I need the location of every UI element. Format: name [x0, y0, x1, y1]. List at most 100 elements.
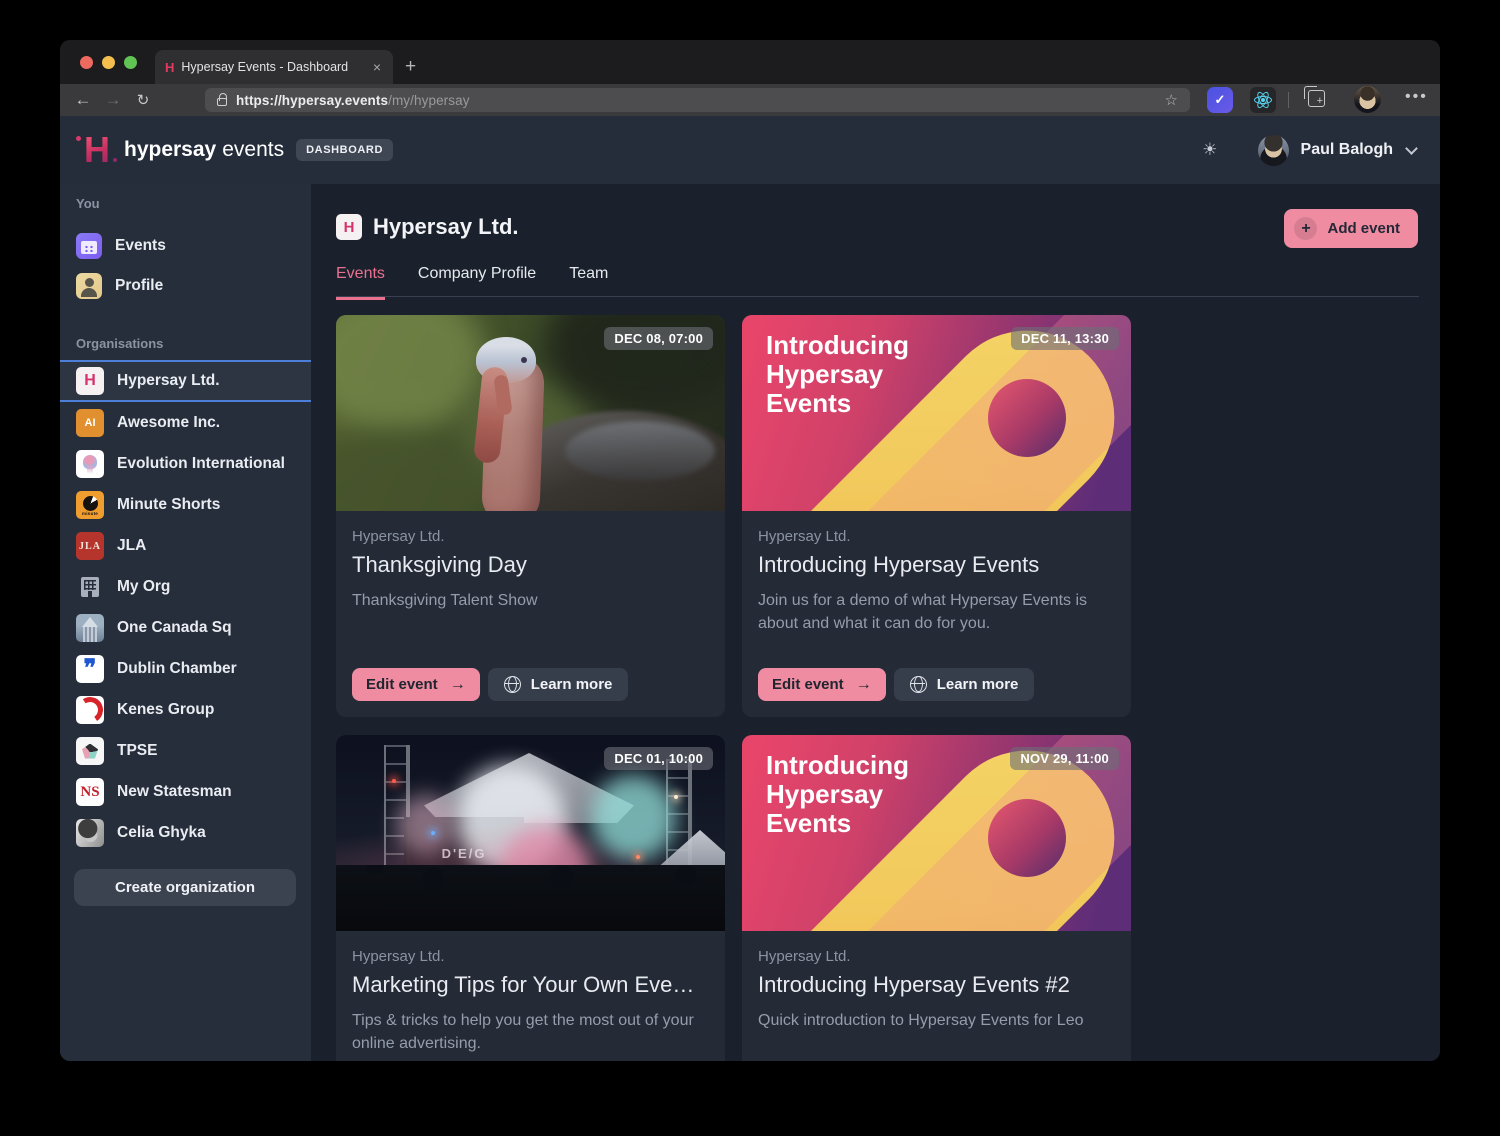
- building-glyph: [81, 577, 99, 597]
- jla-icon: JLA: [76, 532, 104, 560]
- sidebar-org-my-org[interactable]: My Org: [60, 567, 311, 607]
- event-org: Hypersay Ltd.: [352, 948, 709, 965]
- sidebar-org-kenes-group[interactable]: Kenes Group: [60, 690, 311, 730]
- event-card-thanksgiving-day[interactable]: DEC 08, 07:00 Hypersay Ltd. Thanksgiving…: [336, 315, 725, 717]
- event-title: Introducing Hypersay Events #2: [758, 972, 1115, 998]
- org-label: Kenes Group: [117, 701, 214, 719]
- main-content: H Hypersay Ltd. + Add event Events Compa…: [311, 184, 1440, 1061]
- dublin-chamber-icon: [76, 655, 104, 683]
- banner-title: Introducing Hypersay Events: [766, 751, 909, 838]
- event-title: Introducing Hypersay Events: [758, 552, 1115, 578]
- decor: [336, 865, 725, 931]
- add-event-button[interactable]: + Add event: [1284, 209, 1418, 248]
- browser-profile-avatar[interactable]: [1354, 86, 1381, 113]
- banner-line: Events: [766, 809, 909, 838]
- tab-team[interactable]: Team: [569, 265, 608, 300]
- minimize-window-button[interactable]: [102, 56, 115, 69]
- url-host: https://hypersay.events: [236, 93, 388, 108]
- address-bar[interactable]: https://hypersay.events/my/hypersay ☆: [205, 88, 1190, 112]
- edit-event-label: Edit event: [366, 676, 438, 693]
- edit-event-button[interactable]: Edit event →: [758, 668, 886, 701]
- calendar-icon: [76, 233, 102, 259]
- tab-close-icon[interactable]: ×: [371, 59, 383, 75]
- atom-core: [1261, 98, 1265, 102]
- tab-title: Hypersay Events - Dashboard: [181, 60, 362, 74]
- org-label: New Statesman: [117, 783, 232, 801]
- extension-react-devtools-icon[interactable]: [1250, 87, 1276, 113]
- building-icon: [76, 573, 104, 601]
- close-window-button[interactable]: [80, 56, 93, 69]
- sidebar-org-one-canada-sq[interactable]: One Canada Sq: [60, 608, 311, 648]
- you-section-label: You: [60, 196, 311, 212]
- event-card-introducing-hypersay-events[interactable]: Introducing Hypersay Events DEC 11, 13:3…: [742, 315, 1131, 717]
- chevron-down-icon[interactable]: [1405, 142, 1418, 155]
- tag-hole-shape: [988, 379, 1066, 457]
- org-page-header: H Hypersay Ltd.: [336, 214, 519, 240]
- sidebar-org-dublin-chamber[interactable]: Dublin Chamber: [60, 649, 311, 689]
- kenes-group-icon: [76, 696, 104, 724]
- browser-menu-icon[interactable]: •••: [1405, 88, 1428, 106]
- sidebar-org-tpse[interactable]: TPSE: [60, 731, 311, 771]
- reload-icon[interactable]: ↻: [128, 91, 158, 109]
- decor: [674, 795, 678, 799]
- org-label: Minute Shorts: [117, 496, 220, 514]
- sidebar-item-profile[interactable]: Profile: [60, 266, 311, 306]
- sidebar-org-hypersay-ltd[interactable]: H Hypersay Ltd.: [60, 360, 311, 402]
- event-subtitle: Thanksgiving Talent Show: [352, 589, 709, 612]
- sidebar-org-celia-ghyka[interactable]: Celia Ghyka: [60, 813, 311, 853]
- minute-shorts-icon: [76, 491, 104, 519]
- plus-icon: +: [1294, 217, 1317, 240]
- org-label: My Org: [117, 578, 170, 596]
- arrow-right-icon: →: [450, 676, 466, 694]
- sidebar-org-awesome-inc[interactable]: AI Awesome Inc.: [60, 403, 311, 443]
- edit-event-button[interactable]: Edit event →: [352, 668, 480, 701]
- tab-events[interactable]: Events: [336, 265, 385, 300]
- org-label: One Canada Sq: [117, 619, 232, 637]
- learn-more-button[interactable]: Learn more: [894, 668, 1035, 701]
- new-tab-button[interactable]: +: [405, 50, 416, 84]
- banner-line: Introducing: [766, 751, 909, 780]
- theme-toggle-sun-icon[interactable]: ☀: [1202, 140, 1217, 160]
- tab-company-profile[interactable]: Company Profile: [418, 265, 536, 300]
- sidebar-org-jla[interactable]: JLA JLA: [60, 526, 311, 566]
- browser-tab[interactable]: H Hypersay Events - Dashboard ×: [155, 50, 393, 84]
- event-card-marketing-tips[interactable]: D'E/G DEC 01, 10:00: [336, 735, 725, 1061]
- lock-icon: [217, 98, 227, 106]
- page-title: Hypersay Ltd.: [373, 214, 519, 240]
- back-icon[interactable]: ←: [68, 90, 98, 110]
- event-title: Thanksgiving Day: [352, 552, 709, 578]
- user-avatar[interactable]: [1258, 135, 1289, 166]
- favorites-star-icon[interactable]: ☆: [1165, 91, 1178, 109]
- org-label: Awesome Inc.: [117, 414, 220, 432]
- browser-toolbar: ← → ↻ https://hypersay.events/my/hypersa…: [60, 84, 1440, 116]
- organisations-section-label: Organisations: [60, 336, 311, 352]
- sidebar-item-label: Profile: [115, 277, 163, 295]
- extension-check-icon[interactable]: ✓: [1207, 87, 1233, 113]
- event-date-badge: DEC 11, 13:30: [1011, 327, 1119, 350]
- event-date-badge: DEC 08, 07:00: [604, 327, 713, 350]
- learn-more-button[interactable]: Learn more: [488, 668, 629, 701]
- collections-icon[interactable]: [1308, 90, 1325, 107]
- user-name[interactable]: Paul Balogh: [1301, 141, 1393, 159]
- create-organization-button[interactable]: Create organization: [74, 869, 296, 906]
- zoom-window-button[interactable]: [124, 56, 137, 69]
- globe-icon: [910, 676, 927, 693]
- banner-line: Introducing: [766, 331, 909, 360]
- sidebar-org-evolution-international[interactable]: Evolution International: [60, 444, 311, 484]
- decor: [565, 421, 715, 481]
- event-image-turkey: DEC 08, 07:00: [336, 315, 725, 511]
- forward-icon[interactable]: →: [98, 90, 128, 110]
- banner-line: Hypersay: [766, 360, 909, 389]
- sidebar-org-minute-shorts[interactable]: Minute Shorts: [60, 485, 311, 525]
- event-subtitle: Quick introduction to Hypersay Events fo…: [758, 1009, 1115, 1032]
- edit-event-label: Edit event: [772, 676, 844, 693]
- event-card-introducing-hypersay-events-2[interactable]: Introducing Hypersay Events NOV 29, 11:0…: [742, 735, 1131, 1061]
- browser-window: H Hypersay Events - Dashboard × + ← → ↻ …: [60, 40, 1440, 1061]
- hypersay-logo-icon[interactable]: H: [84, 132, 110, 168]
- tabs-divider: [336, 296, 1419, 297]
- event-org: Hypersay Ltd.: [352, 528, 709, 545]
- event-banner: Introducing Hypersay Events DEC 11, 13:3…: [742, 315, 1131, 511]
- evolution-international-icon: [76, 450, 104, 478]
- sidebar-org-new-statesman[interactable]: NS New Statesman: [60, 772, 311, 812]
- sidebar-item-events[interactable]: Events: [60, 226, 311, 266]
